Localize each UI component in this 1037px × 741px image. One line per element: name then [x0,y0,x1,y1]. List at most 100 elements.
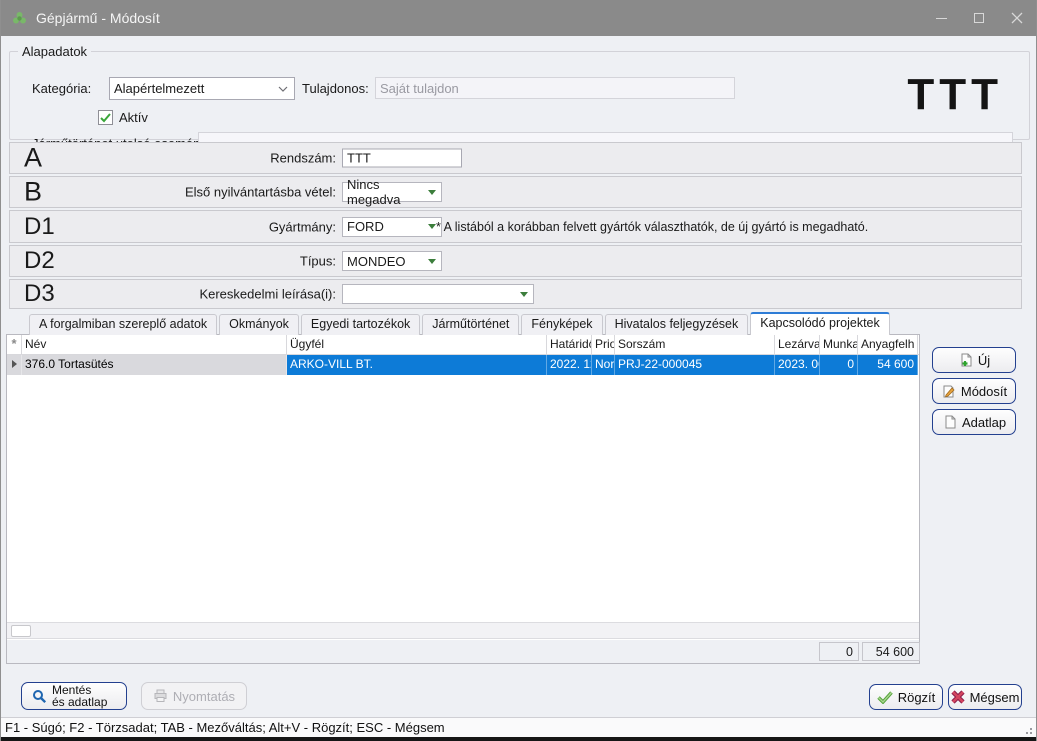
alapadatok-group: Alapadatok Kategória: Alapértelmezett Tu… [9,44,1030,140]
aktiv-label: Aktív [119,110,148,125]
first-registration-value: Nincs megadva [347,177,428,207]
dropdown-arrow-icon [428,259,436,264]
maximize-icon [974,13,984,23]
column-header-anyagfelh[interactable]: Anyagfelh [858,335,918,354]
modify-button-label: Módosít [961,384,1007,399]
rendszam-field[interactable] [342,149,462,168]
document-icon [942,415,957,430]
column-header-hatarido[interactable]: Határidő [547,335,592,354]
kategoria-value: Alapértelmezett [114,81,204,96]
column-header-munkadij[interactable]: Munkad [820,335,858,354]
rendszam-label: Rendszám: [10,151,336,166]
cell-hatarido: 2022. 12. [547,355,592,375]
tab-kapcsolodo-projektek[interactable]: Kapcsolódó projektek [750,312,890,335]
print-button-label: Nyomtatás [173,689,235,704]
save-and-datasheet-button[interactable]: Mentés és adatlap [21,682,127,710]
modify-button[interactable]: Módosít [932,378,1016,404]
app-icon [11,10,28,27]
select-all-icon[interactable]: * [7,335,22,354]
table-row[interactable]: 376.0 Tortasütés ARKO-VILL BT. 2022. 12.… [7,355,919,375]
check-icon [100,113,111,123]
window-title: Gépjármű - Módosít [36,10,160,26]
gyartmany-label: Gyártmány: [10,219,336,234]
new-button[interactable]: Új [932,347,1016,373]
cancel-button-label: Mégsem [970,690,1020,705]
cell-sorszam: PRJ-22-000045 [615,355,775,375]
printer-icon [153,689,168,703]
tab-egyedi-tartozekok[interactable]: Egyedi tartozékok [301,314,420,335]
column-header-lezarva[interactable]: Lezárva [775,335,820,354]
print-button[interactable]: Nyomtatás [141,682,247,710]
status-bar-text: F1 - Súgó; F2 - Törzsadat; TAB - Mezővál… [5,720,445,735]
summary-anyagfelh: 54 600 [862,642,920,661]
document-pencil-icon [941,384,956,399]
titlebar: Gépjármű - Módosít [1,0,1036,36]
save-button-label-line2: és adatlap [52,695,107,709]
tulajdonos-label: Tulajdonos: [302,81,369,96]
close-button[interactable] [998,0,1036,36]
cell-ugyfel: ARKO-VILL BT. [287,355,547,375]
new-button-label: Új [978,353,990,368]
cell-munkadij: 0 [820,355,858,375]
tab-strip: A forgalmiban szereplő adatok Okmányok E… [29,312,890,335]
tab-jarmutortenet[interactable]: Járműtörténet [422,314,519,335]
minimize-button[interactable] [922,0,960,36]
tipus-label: Típus: [10,254,336,269]
section-d1: D1 Gyártmány: FORD * A listából a korább… [9,210,1022,243]
tab-forgalmi-adatok[interactable]: A forgalmiban szereplő adatok [29,314,217,335]
maximize-button[interactable] [960,0,998,36]
first-registration-combo[interactable]: Nincs megadva [342,182,442,202]
aktiv-checkbox[interactable] [98,110,113,125]
tipus-combo[interactable]: MONDEO [342,251,442,271]
chevron-down-icon [278,86,288,92]
column-header-nev[interactable]: Név [22,335,287,354]
datasheet-button-label: Adatlap [962,415,1006,430]
kategoria-combo[interactable]: Alapértelmezett [109,77,295,100]
column-header-prio[interactable]: Prio [592,335,615,354]
cell-prio: Nor [592,355,615,375]
datasheet-button[interactable]: Adatlap [932,409,1016,435]
row-indicator-icon [7,355,22,375]
gyartmany-combo[interactable]: FORD [342,217,442,237]
alapadatok-legend: Alapadatok [18,44,91,59]
grid-summary-row: 0 54 600 [7,640,919,663]
document-plus-icon [958,353,973,368]
dropdown-arrow-icon [428,224,436,229]
tab-hivatalos-feljegyzesek[interactable]: Hivatalos feljegyzések [605,314,749,335]
resize-grip-icon[interactable] [1022,724,1032,734]
cell-lezarva: 2023. 06. [775,355,820,375]
first-registration-label: Első nyilvántartásba vétel: [10,185,336,200]
tab-okmanyok[interactable]: Okmányok [219,314,299,335]
scrollbar-thumb[interactable] [11,625,31,637]
vehicle-edit-window: Gépjármű - Módosít Alapadatok Kategória:… [0,0,1037,741]
column-header-ugyfel[interactable]: Ügyfél [287,335,547,354]
status-bar: F1 - Súgó; F2 - Törzsadat; TAB - Mezővál… [1,717,1036,737]
gyartmany-note: * A listából a korábban felvett gyártók … [436,220,868,234]
section-b: B Első nyilvántartásba vétel: Nincs mega… [9,176,1022,208]
tipus-value: MONDEO [347,254,406,269]
dropdown-arrow-icon [428,190,436,195]
column-header-sorszam[interactable]: Sorszám [615,335,775,354]
gyartmany-value: FORD [347,219,384,234]
kereskedelmi-combo[interactable] [342,284,534,304]
plate-preview: TTT [907,73,1003,117]
kereskedelmi-label: Kereskedelmi leírása(i): [10,287,336,302]
close-icon [1011,12,1023,24]
projects-grid: * Név Ügyfél Határidő Prio Sorszám Lezár… [6,334,920,664]
dropdown-arrow-icon [520,292,528,297]
tab-fenykepek[interactable]: Fényképek [521,314,602,335]
green-check-icon [877,691,893,704]
grid-header-row: * Név Ügyfél Határidő Prio Sorszám Lezár… [7,335,919,355]
commit-button-label: Rögzít [898,690,936,705]
horizontal-scrollbar[interactable] [7,622,919,639]
cell-nev: 376.0 Tortasütés [22,355,287,375]
tulajdonos-field[interactable] [375,77,735,99]
commit-button[interactable]: Rögzít [869,684,943,710]
red-x-icon [951,690,965,704]
section-a: A Rendszám: [9,142,1022,174]
cell-anyagfelh: 54 600 [858,355,918,375]
kategoria-label: Kategória: [32,81,91,96]
section-d2: D2 Típus: MONDEO [9,245,1022,277]
minimize-icon [936,18,947,19]
cancel-button[interactable]: Mégsem [948,684,1022,710]
